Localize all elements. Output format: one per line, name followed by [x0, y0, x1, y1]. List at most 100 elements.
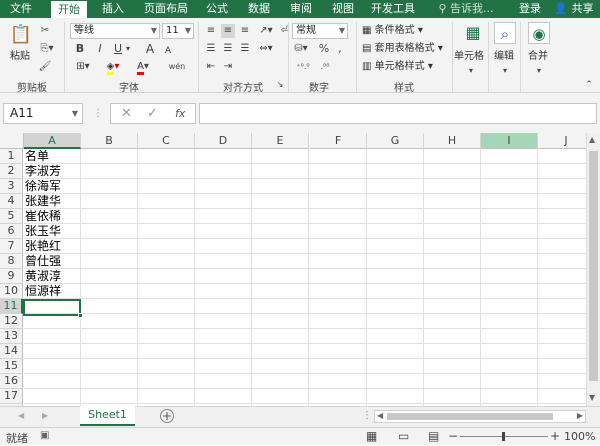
cell-a4[interactable]: 张建华 [24, 194, 61, 209]
row-header-15[interactable]: 15 [0, 359, 23, 374]
grow-font-button[interactable]: A [144, 42, 156, 56]
normal-view-icon[interactable]: ▦ [366, 429, 377, 443]
edit-button[interactable]: 编辑 [494, 50, 514, 64]
row-header-2[interactable]: 2 [0, 164, 23, 179]
merge-center-icon[interactable]: ⇔▾ [257, 42, 275, 56]
scroll-down-icon[interactable]: ▼ [589, 393, 595, 402]
collapse-ribbon-icon[interactable]: ⌃ [584, 78, 594, 92]
column-header-e[interactable]: E [252, 133, 309, 149]
chevron-down-icon[interactable]: ▾ [500, 64, 510, 78]
italic-button[interactable]: I [94, 42, 106, 56]
column-header-d[interactable]: D [195, 133, 252, 149]
border-icon[interactable]: ⊞▾ [72, 60, 94, 74]
column-header-h[interactable]: H [424, 133, 481, 149]
row-header-11[interactable]: 11 [0, 299, 23, 314]
decrease-indent-icon[interactable]: ⇤ [204, 60, 218, 74]
scroll-right-icon[interactable]: ▶ [577, 411, 583, 420]
row-header-8[interactable]: 8 [0, 254, 23, 269]
shrink-font-button[interactable]: A [162, 44, 174, 58]
column-header-b[interactable]: B [81, 133, 138, 149]
row-header-10[interactable]: 10 [0, 284, 23, 299]
zoom-slider-thumb[interactable] [502, 432, 505, 441]
column-header-a[interactable]: A [24, 133, 81, 149]
horizontal-scroll-thumb[interactable] [387, 413, 553, 420]
row-header-12[interactable]: 12 [0, 314, 23, 329]
row-header-5[interactable]: 5 [0, 209, 23, 224]
comma-button[interactable]: , [334, 42, 346, 56]
column-header-f[interactable]: F [310, 133, 367, 149]
chevron-down-icon[interactable]: ▼ [72, 104, 78, 123]
row-header-6[interactable]: 6 [0, 224, 23, 239]
vertical-scroll-thumb[interactable] [589, 151, 598, 381]
cell-a5[interactable]: 崔依稀 [24, 209, 61, 224]
share-button[interactable]: 👤 共享 [551, 0, 597, 18]
tell-me-box[interactable]: ⚲ 告诉我... [433, 0, 499, 18]
tab-review[interactable]: 审阅 [284, 0, 318, 18]
align-center-icon[interactable]: ☰ [221, 42, 235, 56]
cells-button[interactable]: 单元格 [454, 50, 484, 64]
login-link[interactable]: 登录 [516, 0, 544, 18]
format-as-table-button[interactable]: ▤ 套用表格格式 ▾ [362, 42, 443, 56]
search-icon[interactable]: ⌕ [494, 22, 516, 44]
underline-dropdown-icon[interactable]: ▾ [124, 42, 132, 56]
scroll-up-icon[interactable]: ▲ [589, 135, 595, 144]
tab-view[interactable]: 视图 [326, 0, 360, 18]
row-header-13[interactable]: 13 [0, 329, 23, 344]
cancel-icon[interactable]: ✕ [121, 106, 132, 121]
column-header-c[interactable]: C [138, 133, 195, 149]
wrap-text-icon[interactable]: ⏎ [278, 24, 292, 38]
bold-button[interactable]: B [74, 42, 86, 56]
fill-handle[interactable] [78, 313, 83, 318]
zoom-level[interactable]: 100% [564, 430, 595, 443]
format-painter-icon[interactable]: 🖌 [38, 60, 52, 74]
scroll-left-icon[interactable]: ◀ [377, 411, 383, 420]
font-size-combo[interactable]: 11 ▼ [162, 23, 194, 39]
scroll-left-icon[interactable]: ◀ [18, 411, 24, 420]
row-header-17[interactable]: 17 [0, 389, 23, 404]
column-header-i[interactable]: I [481, 133, 538, 149]
row-header-7[interactable]: 7 [0, 239, 23, 254]
number-format-combo[interactable]: 常规 ▼ [292, 23, 348, 39]
dialog-launcher-icon[interactable]: ↘ [276, 78, 284, 92]
tab-data[interactable]: 数据 [242, 0, 276, 18]
chevron-down-icon[interactable]: ▾ [534, 64, 544, 78]
tab-home[interactable]: 开始 [51, 1, 87, 18]
merge-icon[interactable]: ◉ [528, 22, 550, 44]
paste-icon[interactable]: 📋 [8, 24, 34, 46]
insert-function-icon[interactable]: fx [175, 107, 185, 120]
underline-button[interactable]: U [112, 42, 124, 56]
align-middle-icon[interactable]: ≡ [221, 24, 235, 38]
cells-icon[interactable]: ▦ [462, 22, 484, 44]
scroll-right-icon[interactable]: ▶ [42, 411, 48, 420]
align-top-icon[interactable]: ≡ [204, 24, 218, 38]
increase-indent-icon[interactable]: ⇥ [221, 60, 235, 74]
font-name-combo[interactable]: 等线 ▼ [70, 23, 160, 39]
sheet-tab-sheet1[interactable]: Sheet1 [80, 406, 135, 426]
align-bottom-icon[interactable]: ≡ [238, 24, 252, 38]
cut-icon[interactable]: ✂ [38, 24, 52, 38]
confirm-icon[interactable]: ✓ [147, 106, 158, 121]
row-header-1[interactable]: 1 [0, 149, 23, 164]
tab-formulas[interactable]: 公式 [200, 0, 234, 18]
formula-input[interactable] [199, 103, 597, 124]
column-header-g[interactable]: G [367, 133, 424, 149]
add-sheet-icon[interactable]: + [160, 409, 174, 423]
conditional-format-button[interactable]: ▦ 条件格式 ▾ [362, 24, 423, 38]
cell-a2[interactable]: 李淑芳 [24, 164, 61, 179]
vertical-scrollbar[interactable]: ▲ ▼ [586, 133, 600, 406]
active-cell-border[interactable] [23, 299, 81, 316]
cell-styles-button[interactable]: ▥ 单元格样式 ▾ [362, 60, 433, 74]
zoom-out-icon[interactable]: − [448, 429, 458, 443]
phonetic-button[interactable]: wén [166, 60, 188, 74]
column-header-j[interactable]: J [538, 133, 586, 149]
cell-a7[interactable]: 张艳红 [24, 239, 61, 254]
merge-button[interactable]: 合并 [528, 50, 548, 64]
cell-a6[interactable]: 张玉华 [24, 224, 61, 239]
paste-label[interactable]: 粘贴 [10, 50, 30, 64]
cell-a3[interactable]: 徐海军 [24, 179, 61, 194]
fill-color-icon[interactable]: ◈▾ [102, 60, 124, 75]
zoom-in-icon[interactable]: + [550, 429, 560, 443]
row-header-16[interactable]: 16 [0, 374, 23, 389]
align-left-icon[interactable]: ☰ [204, 42, 218, 56]
macro-record-icon[interactable]: ▣ [40, 430, 49, 441]
